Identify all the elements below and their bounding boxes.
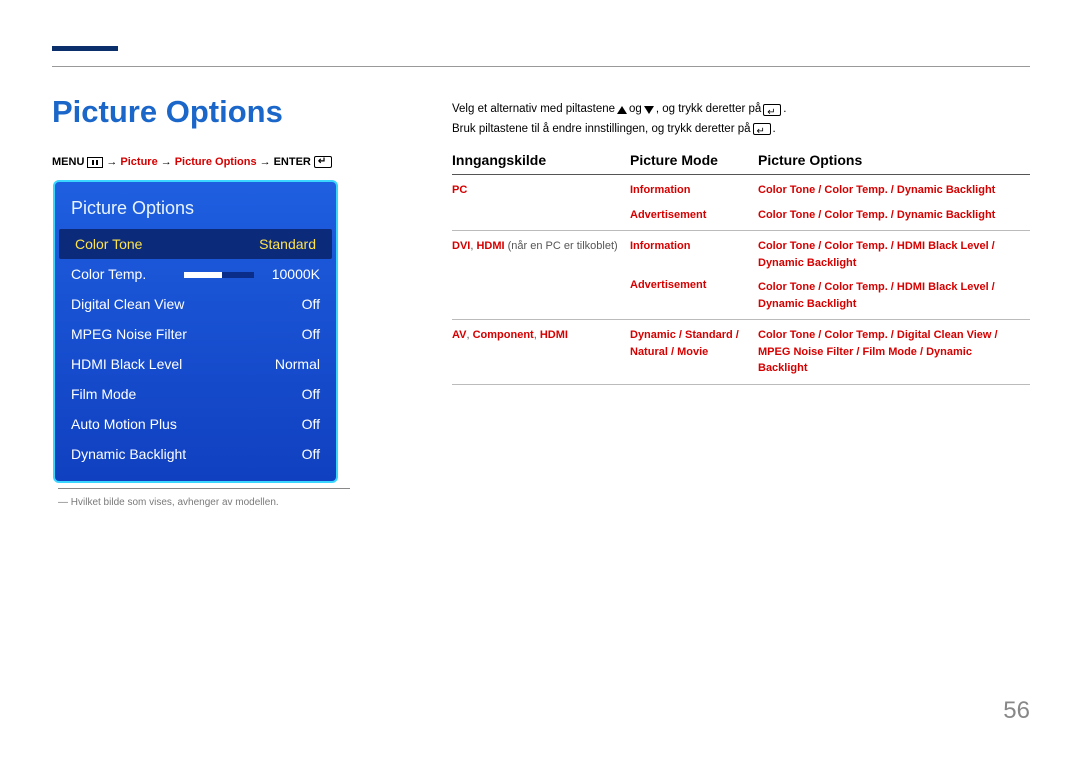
breadcrumb-arrow-3: → bbox=[260, 156, 271, 168]
mode-advertisement: Advertisement bbox=[630, 207, 748, 224]
cell-options: Color Tone / Color Temp. / Dynamic Backl… bbox=[758, 182, 1030, 223]
intro-text-part: Bruk piltastene til å endre innstillinge… bbox=[452, 120, 751, 140]
source-component: Component bbox=[473, 329, 534, 341]
triangle-up-icon bbox=[617, 106, 627, 114]
breadcrumb-picture: Picture bbox=[120, 156, 157, 168]
osd-row-auto-motion-plus[interactable]: Auto Motion Plus Off bbox=[55, 409, 336, 439]
mode-information: Information bbox=[630, 182, 748, 199]
options-line: Color Tone / Color Temp. / HDMI Black Le… bbox=[758, 238, 1020, 271]
enter-icon bbox=[314, 156, 332, 168]
intro-line-1: Velg et alternativ med piltastene og , o… bbox=[452, 100, 1025, 120]
osd-label: Dynamic Backlight bbox=[71, 446, 186, 462]
breadcrumb-arrow-2: → bbox=[161, 156, 172, 168]
breadcrumb: MENU → Picture → Picture Options → ENTER bbox=[52, 156, 332, 168]
osd-label: MPEG Noise Filter bbox=[71, 326, 187, 342]
mode-list: Dynamic / Standard / Natural / Movie bbox=[630, 327, 748, 360]
osd-label: Color Temp. bbox=[71, 266, 146, 282]
osd-label: Film Mode bbox=[71, 386, 136, 402]
intro-text-part: Velg et alternativ med piltastene bbox=[452, 100, 615, 120]
table-body: PC Information Advertisement Color Tone … bbox=[452, 175, 1030, 385]
intro-text-part: . bbox=[783, 100, 786, 120]
osd-slider-group: 10000K bbox=[184, 266, 320, 282]
options-line: Color Tone / Color Temp. / Dynamic Backl… bbox=[758, 207, 1020, 224]
osd-value: Normal bbox=[275, 356, 320, 372]
osd-value: Off bbox=[302, 296, 320, 312]
cell-mode: Information Advertisement bbox=[630, 238, 758, 312]
osd-row-color-temp[interactable]: Color Temp. 10000K bbox=[55, 259, 336, 289]
osd-panel: Picture Options Color Tone Standard Colo… bbox=[53, 180, 338, 483]
source-dvi: DVI bbox=[452, 240, 470, 252]
intro-text-part: . bbox=[773, 120, 776, 140]
options-line: Color Tone / Color Temp. / Dynamic Backl… bbox=[758, 182, 1020, 199]
source-pc: PC bbox=[452, 184, 467, 196]
menu-icon bbox=[87, 157, 103, 168]
table-row: AV, Component, HDMI Dynamic / Standard /… bbox=[452, 320, 1030, 385]
cell-source: DVI, HDMI (når en PC er tilkoblet) bbox=[452, 238, 630, 312]
cell-options: Color Tone / Color Temp. / Digital Clean… bbox=[758, 327, 1030, 377]
osd-label: Auto Motion Plus bbox=[71, 416, 177, 432]
osd-value: Off bbox=[302, 326, 320, 342]
breadcrumb-enter: ENTER bbox=[274, 156, 311, 168]
slider-fill bbox=[184, 272, 223, 278]
top-divider bbox=[52, 66, 1030, 67]
intro-text: Velg et alternativ med piltastene og , o… bbox=[452, 100, 1025, 139]
cell-mode: Information Advertisement bbox=[630, 182, 758, 223]
enter-icon bbox=[763, 104, 781, 116]
slider-track[interactable] bbox=[184, 272, 254, 278]
cell-source: PC bbox=[452, 182, 630, 223]
table-row: PC Information Advertisement Color Tone … bbox=[452, 175, 1030, 231]
cell-source: AV, Component, HDMI bbox=[452, 327, 630, 377]
osd-row-mpeg-noise-filter[interactable]: MPEG Noise Filter Off bbox=[55, 319, 336, 349]
source-note: (når en PC er tilkoblet) bbox=[505, 240, 618, 252]
intro-text-part: , og trykk deretter på bbox=[656, 100, 761, 120]
mode-advertisement: Advertisement bbox=[630, 277, 748, 294]
osd-title: Picture Options bbox=[55, 194, 336, 229]
osd-label: Color Tone bbox=[75, 236, 142, 252]
options-line: Color Tone / Color Temp. / HDMI Black Le… bbox=[758, 279, 1020, 312]
breadcrumb-picture-options: Picture Options bbox=[175, 156, 257, 168]
page-number: 56 bbox=[1003, 697, 1030, 725]
source-av: AV bbox=[452, 329, 466, 341]
osd-value: Off bbox=[302, 386, 320, 402]
intro-text-part: og bbox=[629, 100, 642, 120]
options-table: Inngangskilde Picture Mode Picture Optio… bbox=[452, 152, 1030, 385]
osd-row-color-tone[interactable]: Color Tone Standard bbox=[59, 229, 332, 259]
table-header-mode: Picture Mode bbox=[630, 152, 758, 168]
osd-label: HDMI Black Level bbox=[71, 356, 182, 372]
intro-line-2: Bruk piltastene til å endre innstillinge… bbox=[452, 120, 1025, 140]
section-tab-marker bbox=[52, 46, 118, 51]
enter-icon bbox=[753, 123, 771, 135]
osd-value: 10000K bbox=[272, 266, 320, 282]
source-hdmi: HDMI bbox=[476, 240, 504, 252]
osd-row-digital-clean-view[interactable]: Digital Clean View Off bbox=[55, 289, 336, 319]
triangle-down-icon bbox=[644, 106, 654, 114]
page-title: Picture Options bbox=[52, 94, 283, 130]
mode-information: Information bbox=[630, 238, 748, 255]
table-header-options: Picture Options bbox=[758, 152, 1030, 168]
osd-value: Off bbox=[302, 416, 320, 432]
osd-label: Digital Clean View bbox=[71, 296, 184, 312]
osd-row-dynamic-backlight[interactable]: Dynamic Backlight Off bbox=[55, 439, 336, 469]
osd-value: Standard bbox=[259, 236, 316, 252]
osd-row-hdmi-black-level[interactable]: HDMI Black Level Normal bbox=[55, 349, 336, 379]
breadcrumb-arrow-1: → bbox=[106, 156, 117, 168]
table-header-source: Inngangskilde bbox=[452, 152, 630, 168]
cell-mode: Dynamic / Standard / Natural / Movie bbox=[630, 327, 758, 377]
source-hdmi: HDMI bbox=[540, 329, 568, 341]
breadcrumb-menu: MENU bbox=[52, 156, 84, 168]
table-row: DVI, HDMI (når en PC er tilkoblet) Infor… bbox=[452, 231, 1030, 320]
osd-value: Off bbox=[302, 446, 320, 462]
table-header: Inngangskilde Picture Mode Picture Optio… bbox=[452, 152, 1030, 175]
cell-options: Color Tone / Color Temp. / HDMI Black Le… bbox=[758, 238, 1030, 312]
footnote: ― Hvilket bilde som vises, avhenger av m… bbox=[58, 488, 350, 508]
options-line: Color Tone / Color Temp. / Digital Clean… bbox=[758, 327, 1020, 377]
osd-row-film-mode[interactable]: Film Mode Off bbox=[55, 379, 336, 409]
